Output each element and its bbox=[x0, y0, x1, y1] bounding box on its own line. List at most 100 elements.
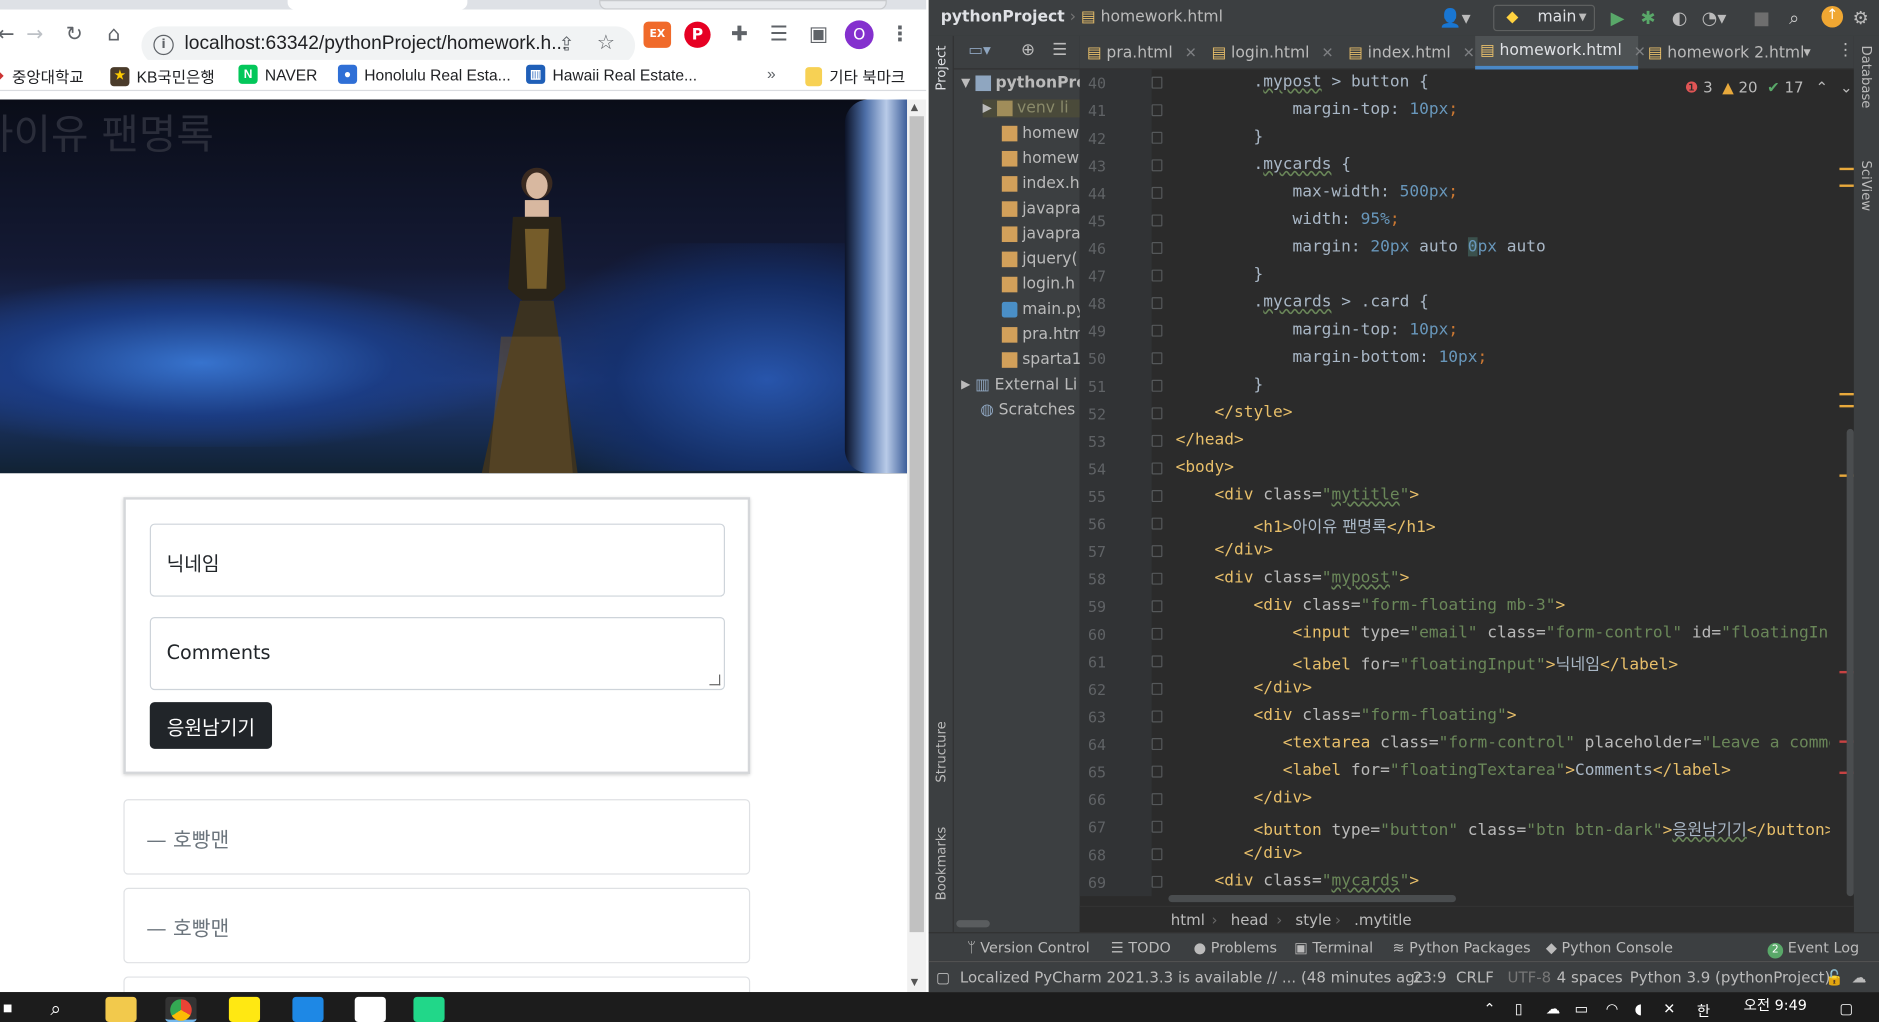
problems-tool[interactable]: ● Problems bbox=[1194, 939, 1277, 956]
tray-device-icon[interactable]: ▯ bbox=[1515, 1000, 1523, 1017]
tray-wifi-icon[interactable]: ◠ bbox=[1606, 1000, 1619, 1017]
tree-item-file[interactable]: pra.htm bbox=[1001, 326, 1084, 344]
cheer-submit-button[interactable]: 응원남기기 bbox=[149, 702, 273, 749]
event-log-tool[interactable]: 2 Event Log bbox=[1767, 939, 1859, 959]
tree-item-file[interactable]: index.h bbox=[1001, 175, 1080, 193]
search-icon[interactable]: ⌕ bbox=[50, 997, 61, 1021]
tree-item-venv[interactable]: ▶ venv li bbox=[982, 99, 1080, 118]
side-panel-icon[interactable]: ▣ bbox=[803, 19, 834, 50]
coverage-icon[interactable]: ◐ bbox=[1672, 7, 1688, 29]
project-view-icon[interactable]: ▭▾ bbox=[968, 42, 991, 60]
tab-homework-html[interactable]: ▤ homework.html ✕ bbox=[1475, 35, 1646, 70]
tree-item-file[interactable]: javapra bbox=[1001, 200, 1081, 218]
status-message[interactable]: Localized PyCharm 2021.3.3 is available … bbox=[960, 968, 1423, 986]
browser-tab[interactable] bbox=[0, 0, 132, 10]
taskbar-clock[interactable]: 오전 9:49 bbox=[1744, 994, 1807, 1014]
breadcrumb-html[interactable]: html bbox=[1171, 911, 1205, 929]
tray-volume-icon[interactable]: ◖ bbox=[1635, 1000, 1643, 1017]
tree-item-external-libraries[interactable]: ▶ ▥ External Li bbox=[961, 376, 1077, 394]
debug-icon[interactable]: ✱ bbox=[1641, 7, 1656, 29]
tab-homework2-html[interactable]: ▤ homework 2.html bbox=[1643, 36, 1805, 70]
tray-chevron-icon[interactable]: ⌃ bbox=[1484, 1000, 1496, 1017]
tree-item-file[interactable]: sparta1 bbox=[1001, 351, 1082, 369]
scroll-down-icon[interactable]: ▼ bbox=[911, 976, 918, 987]
lock-icon[interactable]: 🔓 bbox=[1825, 968, 1844, 987]
site-info-icon[interactable]: i bbox=[153, 34, 174, 56]
warning-mark[interactable] bbox=[1839, 404, 1854, 408]
tree-item-file[interactable]: login.h bbox=[1001, 276, 1075, 294]
tab-login-html[interactable]: ▤ login.html ✕ bbox=[1207, 36, 1339, 70]
browser-menu-icon[interactable]: ⋮ bbox=[884, 19, 915, 50]
url-text[interactable]: localhost:63342/pythonProject/homework.h… bbox=[185, 34, 568, 56]
tree-item-file[interactable]: javapra bbox=[1001, 225, 1081, 243]
bookmark-item[interactable]: ★ KB국민은행 bbox=[110, 65, 215, 88]
close-icon[interactable]: ✕ bbox=[1463, 44, 1475, 61]
tree-root-project[interactable]: ▼ pythonPro bbox=[961, 74, 1087, 92]
python-interpreter[interactable]: Python 3.9 (pythonProject) bbox=[1630, 968, 1831, 986]
previous-highlight-icon[interactable]: ⌃ bbox=[1816, 78, 1829, 96]
breadcrumb-head[interactable]: head bbox=[1231, 911, 1268, 929]
reload-icon[interactable]: ↻ bbox=[59, 19, 90, 50]
chrome-taskbar-icon[interactable] bbox=[165, 996, 197, 1022]
tray-mute-icon[interactable]: ✕ bbox=[1663, 1000, 1675, 1017]
nickname-field[interactable]: 닉네임 bbox=[149, 523, 726, 597]
inspection-widget[interactable]: ❶ 3 ▲ 20 ✔ 17 ⌃ ⌄ bbox=[1685, 78, 1853, 96]
indent-setting[interactable]: 4 spaces bbox=[1557, 968, 1623, 986]
bookmark-item[interactable]: ● Honolulu Real Esta... bbox=[337, 64, 511, 84]
home-icon[interactable]: ⌂ bbox=[98, 19, 129, 50]
close-icon[interactable]: ✕ bbox=[1321, 44, 1333, 61]
warning-mark[interactable] bbox=[1839, 184, 1854, 187]
editor-hscrollbar[interactable] bbox=[1168, 894, 1456, 903]
collapse-all-icon[interactable]: ☰ bbox=[1052, 41, 1067, 60]
warning-mark[interactable] bbox=[1839, 167, 1854, 171]
tab-index-html[interactable]: ▤ index.html ✕ bbox=[1343, 36, 1475, 70]
notification-icon[interactable]: ▢ bbox=[1839, 1000, 1853, 1017]
bookmarks-tool-tab[interactable]: Bookmarks bbox=[934, 827, 950, 901]
page-scrollbar[interactable]: ▲ ▼ bbox=[907, 99, 927, 993]
settings-gear-icon[interactable]: ⚙ bbox=[1853, 7, 1869, 29]
version-control-tool[interactable]: ᛘ Version Control bbox=[967, 939, 1090, 956]
edge-taskbar-icon[interactable] bbox=[292, 996, 324, 1022]
tree-item-file[interactable]: homew bbox=[1001, 125, 1079, 143]
locate-icon[interactable]: ⊕ bbox=[1021, 41, 1035, 60]
branch-selector[interactable]: ◆ main ▾ bbox=[1493, 4, 1596, 32]
tree-item-file[interactable]: jquery( bbox=[1001, 250, 1078, 268]
extension-ex-icon[interactable]: EX bbox=[643, 21, 672, 48]
current-file-name[interactable]: homework.html bbox=[1101, 8, 1223, 26]
tree-item-file[interactable]: main.py bbox=[1001, 301, 1085, 319]
browser-tab[interactable] bbox=[599, 0, 887, 10]
file-explorer-taskbar-icon[interactable] bbox=[105, 996, 137, 1022]
tab-list-chevron-icon[interactable]: ▾ bbox=[1804, 43, 1811, 60]
tab-pra-html[interactable]: ▤ pra.html ✕ bbox=[1082, 36, 1199, 70]
resize-grip-icon[interactable] bbox=[709, 674, 721, 686]
update-icon[interactable]: ↑ bbox=[1821, 5, 1844, 28]
project-name[interactable]: pythonProject bbox=[941, 8, 1065, 26]
stop-icon[interactable]: ■ bbox=[1753, 7, 1770, 29]
caret-position[interactable]: 23:9 bbox=[1413, 968, 1447, 986]
project-tool-tab[interactable]: Project bbox=[934, 46, 950, 91]
kakaotalk-taskbar-icon[interactable] bbox=[228, 996, 261, 1022]
structure-tool-tab[interactable]: Structure bbox=[934, 721, 950, 782]
tray-battery-icon[interactable]: ▭ bbox=[1575, 1000, 1589, 1017]
tree-item-scratches[interactable]: ◍ Scratches a bbox=[980, 401, 1090, 419]
tree-item-file[interactable]: homew bbox=[1001, 150, 1079, 168]
search-icon[interactable]: ⌕ bbox=[1789, 7, 1799, 29]
run-icon[interactable]: ▶ bbox=[1611, 7, 1625, 29]
breadcrumb-style[interactable]: style bbox=[1295, 911, 1331, 929]
comments-textarea[interactable]: Comments bbox=[149, 617, 726, 691]
tree-scrollbar[interactable] bbox=[956, 920, 990, 928]
nav-breadcrumb[interactable]: pythonProject › ▤ homework.html bbox=[941, 8, 1223, 26]
bookmark-item[interactable]: ▥ Hawaii Real Estate... bbox=[526, 64, 697, 84]
python-console-tool[interactable]: ◆ Python Console bbox=[1546, 939, 1673, 956]
close-icon[interactable]: ✕ bbox=[1185, 44, 1197, 61]
terminal-tool[interactable]: ▣ Terminal bbox=[1294, 939, 1373, 956]
profile-run-icon[interactable]: ◔▾ bbox=[1702, 7, 1727, 29]
pycharm-taskbar-icon[interactable] bbox=[413, 996, 445, 1022]
more-icon[interactable]: ⋮ bbox=[1837, 41, 1854, 60]
other-bookmarks[interactable]: 기타 북마크 bbox=[805, 65, 905, 88]
pinterest-icon[interactable]: P bbox=[684, 21, 711, 48]
start-icon[interactable]: ▪ bbox=[2, 999, 13, 1017]
python-packages-tool[interactable]: ≋ Python Packages bbox=[1392, 939, 1530, 956]
scrollbar-thumb[interactable] bbox=[909, 116, 924, 933]
todo-tool[interactable]: ☰ TODO bbox=[1111, 939, 1171, 956]
